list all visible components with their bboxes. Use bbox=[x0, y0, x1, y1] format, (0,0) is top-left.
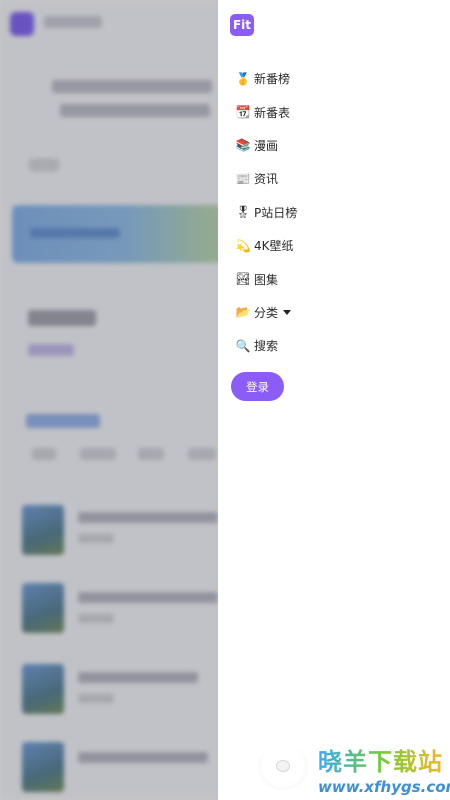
menu-item-label: 4K壁纸 bbox=[254, 239, 294, 254]
newspaper-icon: 📰 bbox=[235, 171, 251, 186]
site-logo[interactable]: Fit bbox=[230, 14, 254, 36]
folder-icon: 📂 bbox=[235, 305, 251, 320]
menu-item-new-anime-schedule[interactable]: 📆 新番表 bbox=[235, 95, 297, 128]
menu-item-4k-wallpaper[interactable]: 💫 4K壁纸 bbox=[235, 229, 297, 262]
login-button[interactable]: 登录 bbox=[231, 372, 284, 401]
menu-item-label: P站日榜 bbox=[254, 205, 298, 220]
menu-item-label: 图集 bbox=[254, 272, 279, 287]
drawer-backdrop[interactable] bbox=[0, 0, 218, 800]
menu-item-search[interactable]: 🔍 搜索 bbox=[235, 329, 297, 362]
search-icon: 🔍 bbox=[235, 338, 251, 353]
menu-item-label: 新番表 bbox=[254, 105, 291, 120]
menu-item-pixiv-daily[interactable]: 🎖 P站日榜 bbox=[235, 196, 297, 229]
watermark-url: www.xfhygs.com bbox=[318, 778, 450, 796]
menu-item-label: 资讯 bbox=[254, 172, 279, 187]
menu-item-categories[interactable]: 📂 分类 bbox=[235, 296, 297, 329]
menu-item-label: 分类 bbox=[254, 305, 279, 320]
caret-down-icon bbox=[283, 309, 292, 315]
menu-item-news[interactable]: 📰 资讯 bbox=[235, 162, 297, 195]
menu-item-label: 搜索 bbox=[254, 339, 279, 354]
dizzy-star-icon: 💫 bbox=[235, 238, 251, 253]
calendar-icon: 📆 bbox=[235, 105, 251, 120]
menu-item-new-anime-ranking[interactable]: 🥇 新番榜 bbox=[235, 62, 297, 95]
menu-item-manga[interactable]: 📚 漫画 bbox=[235, 129, 297, 162]
menu-item-label: 漫画 bbox=[254, 138, 279, 153]
watermark-mascot-face-icon bbox=[276, 760, 290, 772]
menu-item-gallery[interactable]: 🏞 图集 bbox=[235, 262, 297, 295]
medal-icon: 🥇 bbox=[235, 71, 251, 86]
military-medal-icon: 🎖 bbox=[235, 205, 251, 220]
books-icon: 📚 bbox=[235, 138, 251, 153]
watermark-brand: 晓羊下载站 bbox=[318, 748, 443, 776]
navigation-drawer: Fit 🥇 新番榜 📆 新番表 📚 漫画 📰 资讯 🎖 P站日榜 💫 4K壁纸 … bbox=[218, 0, 450, 800]
menu-item-label: 新番榜 bbox=[254, 72, 291, 87]
landscape-icon: 🏞 bbox=[235, 272, 251, 287]
drawer-menu: 🥇 新番榜 📆 新番表 📚 漫画 📰 资讯 🎖 P站日榜 💫 4K壁纸 🏞 图集 bbox=[235, 62, 297, 363]
